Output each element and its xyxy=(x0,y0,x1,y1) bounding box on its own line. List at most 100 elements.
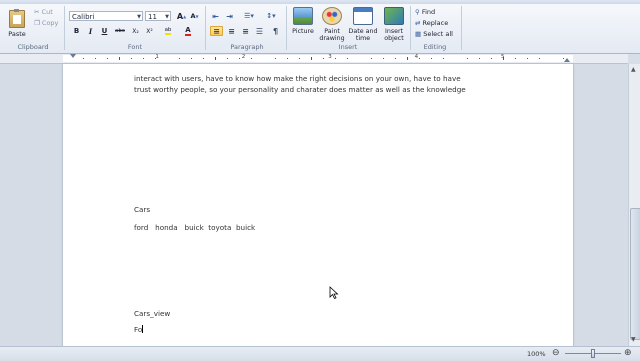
ruler-tick xyxy=(299,58,300,59)
separator xyxy=(205,6,206,50)
copy-label: Copy xyxy=(41,19,59,27)
ruler-tick xyxy=(107,58,108,59)
bullets-button[interactable]: ☰▾ xyxy=(240,11,258,21)
subscript-icon: X₂ xyxy=(132,27,139,35)
font-color-icon: A xyxy=(185,26,191,36)
ruler-tick xyxy=(383,58,384,59)
paint-label-1: Paint xyxy=(324,28,340,35)
scissors-icon: ✂ xyxy=(34,8,40,16)
highlight-button[interactable]: ab xyxy=(160,26,176,36)
select-all-button[interactable]: ▦ Select all xyxy=(415,30,453,38)
underline-button[interactable]: U xyxy=(99,26,110,36)
copy-button[interactable]: ❐ Copy xyxy=(34,19,58,27)
picture-button[interactable]: Picture xyxy=(289,7,317,35)
decrease-indent-button[interactable]: ⇤ xyxy=(210,11,221,21)
bullet-list-icon: ☰▾ xyxy=(244,12,254,20)
align-right-icon: ≡ xyxy=(242,26,249,36)
ruler-tick xyxy=(227,58,228,59)
italic-button[interactable]: I xyxy=(85,26,96,36)
line-spacing-button[interactable]: ↕▾ xyxy=(263,11,279,21)
shrink-font-button[interactable]: A ▼ xyxy=(189,11,200,21)
ruler-tick xyxy=(179,58,180,59)
highlight-icon: ab xyxy=(164,27,172,35)
object-label-1: Insert xyxy=(384,28,404,35)
align-center-button[interactable]: ≡ xyxy=(226,26,237,36)
ruler-tick xyxy=(251,58,252,59)
separator xyxy=(64,6,65,50)
align-right-button[interactable]: ≡ xyxy=(240,26,251,36)
binoculars-icon: ⚲ xyxy=(415,8,420,16)
align-center-icon: ≡ xyxy=(228,26,235,36)
chevron-down-icon: ▼ xyxy=(137,14,141,20)
vertical-scrollbar[interactable]: ▲ ▼ xyxy=(628,64,640,346)
replace-icon: ⇄ xyxy=(415,19,421,27)
picture-icon xyxy=(293,7,313,25)
insert-object-button[interactable]: Insert object xyxy=(380,7,408,42)
text-caret xyxy=(142,325,144,333)
font-family-select[interactable]: Calibri ▼ xyxy=(69,11,143,21)
ruler-tick xyxy=(287,58,288,59)
bold-icon: B xyxy=(73,27,80,35)
clipboard-group-label: Clipboard xyxy=(17,43,49,51)
datetime-label-2: time xyxy=(355,35,371,42)
cars-view-heading: Cars_view xyxy=(134,309,171,318)
align-left-icon: ≡ xyxy=(213,26,220,36)
ruler-tick xyxy=(323,58,324,59)
separator xyxy=(461,6,462,50)
ruler-number: 3 xyxy=(328,54,332,60)
subscript-button[interactable]: X₂ xyxy=(130,26,141,36)
zoom-slider[interactable] xyxy=(565,349,621,358)
ruler-tick xyxy=(275,58,276,59)
scrollbar-thumb[interactable] xyxy=(630,208,640,340)
superscript-button[interactable]: X² xyxy=(144,26,155,36)
zoom-out-button[interactable]: ⊖ xyxy=(552,348,560,358)
paste-button[interactable]: Paste xyxy=(4,7,30,41)
picture-label: Picture xyxy=(292,28,314,35)
ruler-tick xyxy=(395,58,396,59)
bold-button[interactable]: B xyxy=(71,26,82,36)
ruler-number: 4 xyxy=(414,54,419,60)
ruler-tick xyxy=(371,58,372,59)
ruler-tick xyxy=(491,58,492,59)
find-button[interactable]: ⚲ Find xyxy=(415,8,435,16)
object-label-2: object xyxy=(384,35,404,42)
paragraph-settings-button[interactable]: ¶ xyxy=(270,26,281,36)
paint-drawing-button[interactable]: Paint drawing xyxy=(318,7,346,42)
ruler-tick xyxy=(467,58,468,59)
cut-button[interactable]: ✂ Cut xyxy=(34,8,53,16)
ruler-ticks: 1 2 3 4 5 xyxy=(0,54,628,63)
status-bar: 100% ⊖ ⊕ xyxy=(0,346,640,361)
justify-button[interactable]: ☰ xyxy=(254,26,265,36)
font-size-select[interactable]: 11 ▼ xyxy=(145,11,171,21)
strikethrough-button[interactable]: abc xyxy=(113,26,127,36)
font-color-button[interactable]: A xyxy=(180,26,196,36)
paragraph-icon: ¶ xyxy=(272,26,279,36)
date-time-button[interactable]: Date and time xyxy=(347,7,379,42)
align-left-button[interactable]: ≡ xyxy=(210,26,223,36)
document-page[interactable]: interact with users, have to know how ma… xyxy=(63,64,573,346)
ruler-tick xyxy=(95,58,96,59)
select-all-label: Select all xyxy=(423,30,453,38)
find-label: Find xyxy=(421,8,436,16)
horizontal-ruler[interactable]: 1 2 3 4 5 xyxy=(0,54,628,64)
ruler-tick xyxy=(563,58,564,59)
ruler-tick xyxy=(419,58,420,59)
zoom-slider-thumb[interactable] xyxy=(591,349,595,358)
scroll-up-arrow-icon[interactable]: ▲ xyxy=(631,66,636,73)
separator xyxy=(286,6,287,50)
grow-font-button[interactable]: A ▲ xyxy=(176,11,187,21)
replace-button[interactable]: ⇄ Replace xyxy=(415,19,448,27)
zoom-in-button[interactable]: ⊕ xyxy=(624,348,632,358)
scroll-down-arrow-icon[interactable]: ▼ xyxy=(631,336,636,343)
typed-text: Fo xyxy=(134,325,143,334)
ruler-tick xyxy=(515,58,516,59)
increase-indent-icon: ⇥ xyxy=(226,11,233,21)
increase-indent-button[interactable]: ⇥ xyxy=(224,11,235,21)
cars-list-line: ford honda buick toyota buick xyxy=(134,223,256,232)
decrease-indent-icon: ⇤ xyxy=(212,11,219,21)
ribbon-tab-strip xyxy=(0,0,640,4)
ruler-tick xyxy=(347,58,348,59)
document-area[interactable]: interact with users, have to know how ma… xyxy=(0,64,628,346)
ruler-tick xyxy=(131,58,132,59)
cars-heading: Cars xyxy=(134,205,151,214)
